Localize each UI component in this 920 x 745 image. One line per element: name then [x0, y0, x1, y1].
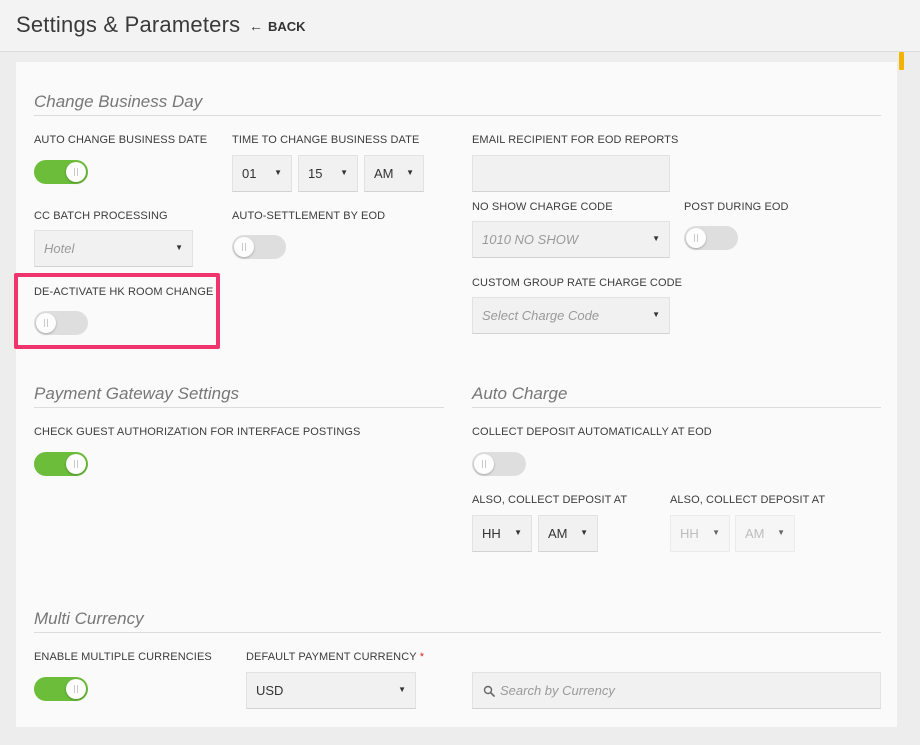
- time-ampm-value: AM: [374, 166, 394, 181]
- custom-group-rate-label: CUSTOM GROUP RATE CHARGE CODE: [472, 277, 683, 289]
- also-collect-hour-select-2[interactable]: HH ▼: [670, 515, 730, 552]
- time-minute-value: 15: [308, 166, 323, 181]
- also-collect-hour-value-2: HH: [680, 526, 699, 541]
- cc-batch-select[interactable]: Hotel ▼: [34, 230, 193, 267]
- back-label: BACK: [268, 19, 306, 34]
- auto-change-business-date-toggle[interactable]: [34, 160, 88, 184]
- also-collect-hour-select-1[interactable]: HH ▼: [472, 515, 532, 552]
- caret-down-icon: ▼: [406, 168, 414, 177]
- scroll-indicator[interactable]: [899, 52, 904, 70]
- caret-down-icon: ▼: [274, 168, 282, 177]
- toggle-knob: [686, 228, 706, 248]
- caret-down-icon: ▼: [514, 528, 522, 537]
- auto-settlement-label: AUTO-SETTLEMENT BY EOD: [232, 210, 386, 222]
- also-collect-ampm-select-2[interactable]: AM ▼: [735, 515, 795, 552]
- auto-settlement-toggle[interactable]: [232, 235, 286, 259]
- toggle-knob: [66, 454, 86, 474]
- currency-search-input[interactable]: Search by Currency: [472, 672, 881, 709]
- required-marker: *: [419, 651, 425, 663]
- toggle-knob: [66, 679, 86, 699]
- default-payment-currency-value: USD: [256, 683, 284, 698]
- also-collect-ampm-value-2: AM: [745, 526, 765, 541]
- caret-down-icon: ▼: [340, 168, 348, 177]
- also-collect-deposit-label-1: ALSO, COLLECT DEPOSIT AT: [472, 494, 628, 506]
- post-during-eod-toggle[interactable]: [684, 226, 738, 250]
- grip-icon: [44, 319, 48, 327]
- enable-multiple-currencies-toggle[interactable]: [34, 677, 88, 701]
- also-collect-ampm-value-1: AM: [548, 526, 568, 541]
- check-guest-authorization-toggle[interactable]: [34, 452, 88, 476]
- toggle-knob: [234, 237, 254, 257]
- grip-icon: [242, 243, 246, 251]
- email-recipient-field[interactable]: [472, 155, 670, 192]
- caret-down-icon: ▼: [652, 234, 660, 243]
- grip-icon: [482, 460, 486, 468]
- time-ampm-select[interactable]: AM ▼: [364, 155, 424, 192]
- arrow-left-icon: ←: [249, 18, 263, 34]
- also-collect-hour-value-1: HH: [482, 526, 501, 541]
- no-show-charge-code-value: 1010 NO SHOW: [482, 232, 579, 247]
- toggle-knob: [66, 162, 86, 182]
- grip-icon: [74, 460, 78, 468]
- caret-down-icon: ▼: [175, 243, 183, 252]
- currency-search-placeholder: Search by Currency: [500, 683, 615, 698]
- time-to-change-label: TIME TO CHANGE BUSINESS DATE: [232, 134, 420, 146]
- time-hour-value: 01: [242, 166, 257, 181]
- default-payment-currency-label: DEFAULT PAYMENT CURRENCY *: [246, 651, 424, 663]
- default-payment-currency-text: DEFAULT PAYMENT CURRENCY: [246, 651, 417, 663]
- grip-icon: [74, 685, 78, 693]
- enable-multiple-currencies-label: ENABLE MULTIPLE CURRENCIES: [34, 651, 212, 663]
- section-divider: [34, 407, 444, 408]
- auto-change-business-date-label: AUTO CHANGE BUSINESS DATE: [34, 134, 208, 146]
- time-minute-select[interactable]: 15 ▼: [298, 155, 358, 192]
- no-show-charge-code-select[interactable]: 1010 NO SHOW ▼: [472, 221, 670, 258]
- custom-group-rate-placeholder: Select Charge Code: [482, 308, 600, 323]
- caret-down-icon: ▼: [777, 528, 785, 537]
- page-header: Settings & Parameters ← BACK: [0, 0, 920, 52]
- search-icon: [483, 685, 495, 697]
- also-collect-deposit-label-2: ALSO, COLLECT DEPOSIT AT: [670, 494, 826, 506]
- section-divider: [34, 632, 881, 633]
- section-divider: [472, 407, 881, 408]
- grip-icon: [694, 234, 698, 242]
- email-recipient-label: EMAIL RECIPIENT FOR EOD REPORTS: [472, 134, 679, 146]
- collect-deposit-eod-toggle[interactable]: [472, 452, 526, 476]
- default-payment-currency-select[interactable]: USD ▼: [246, 672, 416, 709]
- caret-down-icon: ▼: [652, 310, 660, 319]
- section-title-multi-currency: Multi Currency: [34, 609, 144, 628]
- toggle-knob: [474, 454, 494, 474]
- caret-down-icon: ▼: [580, 528, 588, 537]
- back-button[interactable]: ← BACK: [249, 18, 306, 34]
- check-guest-authorization-label: CHECK GUEST AUTHORIZATION FOR INTERFACE …: [34, 426, 361, 438]
- toggle-knob: [36, 313, 56, 333]
- caret-down-icon: ▼: [398, 685, 406, 694]
- no-show-charge-code-label: NO SHOW CHARGE CODE: [472, 201, 613, 213]
- time-hour-select[interactable]: 01 ▼: [232, 155, 292, 192]
- page-title: Settings & Parameters: [16, 12, 241, 37]
- custom-group-rate-select[interactable]: Select Charge Code ▼: [472, 297, 670, 334]
- deactivate-hk-room-change-label: DE-ACTIVATE HK ROOM CHANGE: [34, 286, 214, 298]
- collect-deposit-eod-label: COLLECT DEPOSIT AUTOMATICALLY AT EOD: [472, 426, 712, 438]
- also-collect-ampm-select-1[interactable]: AM ▼: [538, 515, 598, 552]
- section-title-auto-charge: Auto Charge: [472, 384, 568, 403]
- cc-batch-label: CC BATCH PROCESSING: [34, 210, 168, 222]
- caret-down-icon: ▼: [712, 528, 720, 537]
- section-divider: [34, 115, 881, 116]
- grip-icon: [74, 168, 78, 176]
- section-title-payment-gateway: Payment Gateway Settings: [34, 384, 240, 403]
- post-during-eod-label: POST DURING EOD: [684, 201, 789, 213]
- section-title-change-business-day: Change Business Day: [34, 92, 203, 111]
- cc-batch-value: Hotel: [44, 241, 75, 256]
- deactivate-hk-room-change-toggle[interactable]: [34, 311, 88, 335]
